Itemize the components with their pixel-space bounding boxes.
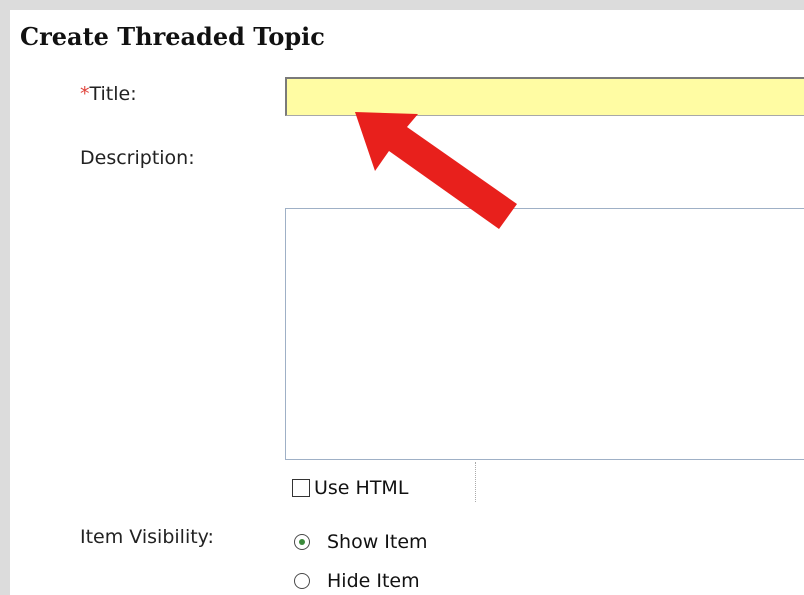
annotation-arrow-overlay	[355, 112, 517, 229]
arrow-pointer-icon	[355, 112, 517, 229]
